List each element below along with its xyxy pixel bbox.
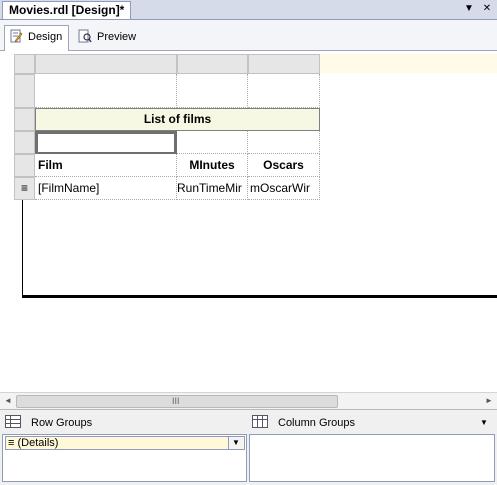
header-oscars: Oscars [263,158,304,172]
tablix-corner-handle[interactable] [14,54,35,74]
empty-cell[interactable] [177,74,248,108]
preview-icon [78,29,92,43]
column-groups-icon [252,415,268,428]
tab-preview-label: Preview [97,31,137,43]
tab-design-label: Design [28,31,63,43]
horizontal-scrollbar[interactable]: ◄ III ► [0,392,497,409]
column-handle-film[interactable] [35,54,177,74]
header-minutes: MInutes [189,158,235,172]
empty-cell[interactable] [177,131,248,154]
details-row-handle[interactable]: ≡ [14,177,35,200]
row-handle[interactable] [14,154,35,177]
close-icon[interactable]: ✕ [480,2,494,16]
column-handle-minutes[interactable] [177,54,248,74]
empty-cell[interactable] [35,74,177,108]
header-cell-minutes[interactable]: MInutes [177,154,248,177]
scroll-left-icon[interactable]: ◄ [2,395,14,407]
detail-oscars: mOscarWir [250,181,310,195]
row-groups-header: Row Groups [5,414,92,432]
window-dropdown-icon[interactable]: ▼ [462,2,476,16]
column-groups-header: Column Groups [252,414,355,432]
selected-cell[interactable] [35,131,177,155]
details-group-icon: ≡ [8,437,15,449]
scroll-right-icon[interactable]: ► [483,395,495,407]
row-groups-list[interactable]: ≡ (Details) ▼ [2,434,247,482]
view-tabs: Design Preview [0,20,497,51]
table-title-cell[interactable]: List of films [35,108,320,131]
header-film: Film [38,158,63,172]
detail-cell-oscars[interactable]: mOscarWir [248,177,320,200]
column-groups-label: Column Groups [278,417,356,429]
grouping-pane: Row Groups Column Groups ▼ ≡ (Details) ▼ [0,409,497,485]
scroll-grip-icon: III [172,396,180,406]
grouping-menu-icon[interactable]: ▼ [480,418,488,427]
row-groups-icon [5,415,21,428]
table-title: List of films [143,112,212,126]
tab-preview[interactable]: Preview [74,26,142,48]
row-handle[interactable] [14,74,35,108]
details-group-label: (Details) [17,437,59,449]
header-cell-oscars[interactable]: Oscars [248,154,320,177]
design-surface[interactable]: ≡ List of films Film MInutes Oscars [Fil… [0,51,497,392]
document-tab-title: Movies.rdl [Design]* [9,3,125,17]
document-tab[interactable]: Movies.rdl [Design]* [2,1,132,19]
column-groups-list[interactable] [249,434,495,482]
row-groups-label: Row Groups [31,417,93,429]
detail-cell-film[interactable]: [FilmName] [35,177,177,200]
detail-run-time: RunTimeMir [177,181,242,195]
empty-cell[interactable] [248,131,320,154]
column-handle-oscars[interactable] [248,54,320,74]
row-handle[interactable] [14,131,35,154]
row-handle[interactable] [14,108,35,131]
details-row-icon: ≡ [20,181,28,195]
document-tab-strip: Movies.rdl [Design]* ▼ ✕ [0,0,497,20]
detail-cell-minutes[interactable]: RunTimeMir [177,177,248,200]
detail-film-name: [FilmName] [38,181,100,195]
tab-design[interactable]: Design [4,25,70,51]
design-icon [10,29,23,43]
scroll-thumb[interactable]: III [16,395,338,408]
details-group[interactable]: ≡ (Details) ▼ [5,436,245,450]
empty-cell[interactable] [248,74,320,108]
details-dropdown-icon[interactable]: ▼ [228,437,243,449]
header-cell-film[interactable]: Film [35,154,177,177]
